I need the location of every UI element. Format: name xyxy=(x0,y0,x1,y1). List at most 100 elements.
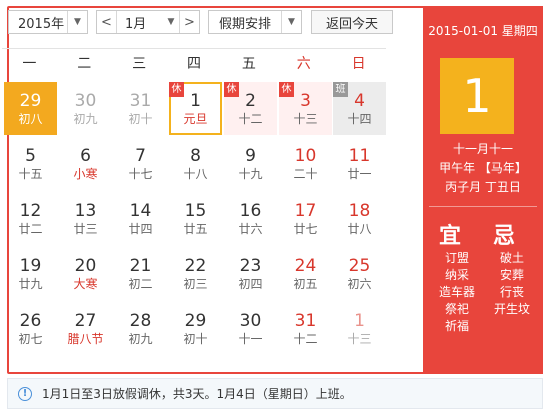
lunar-label: 初四 xyxy=(238,277,263,291)
lunar-label: 初七 xyxy=(18,332,43,346)
day-number: 9 xyxy=(245,146,256,166)
lunar-label: 廿八 xyxy=(347,222,372,236)
day-number: 15 xyxy=(184,201,207,221)
weekday-header: 一 二 三 四 五 六 日 xyxy=(2,48,386,82)
lunar-label: 二十 xyxy=(293,167,318,181)
lunar-label: 初九 xyxy=(73,112,98,126)
day-number: 23 xyxy=(239,256,262,276)
chevron-down-icon: ▼ xyxy=(281,11,301,33)
calendar-day-cell[interactable]: 27 腊八节 xyxy=(59,302,112,355)
ji-title: 忌 xyxy=(493,224,516,249)
yi-item: 纳采 xyxy=(444,268,469,282)
selected-date: 2015-01-01 星期四 xyxy=(428,24,538,38)
calendar-day-cell[interactable]: 21 初二 xyxy=(114,247,167,300)
lunar-label: 腊八节 xyxy=(67,332,104,346)
day-number: 20 xyxy=(74,256,97,276)
lunar-label: 廿七 xyxy=(293,222,318,236)
day-detail-panel: 2015-01-01 星期四 1 十一月十一 甲午年 【马年】 丙子月 丁丑日 … xyxy=(423,6,543,374)
calendar-day-cell[interactable]: 7 十七 xyxy=(114,137,167,190)
day-number: 29 xyxy=(19,91,42,111)
notice-text: 1月1日至3日放假调休，共3天。1月4日（星期日）上班。 xyxy=(42,387,352,401)
day-number: 10 xyxy=(294,146,317,166)
calendar-day-cell[interactable]: 20 大寒 xyxy=(59,247,112,300)
calendar-week-row: 19 廿九 20 大寒 21 初二 22 初三 23 初四 24 初五 25 初六 xyxy=(2,245,386,299)
lunar-label: 廿五 xyxy=(183,222,208,236)
lunar-label: 十三 xyxy=(347,332,372,346)
lunar-label: 初八 xyxy=(18,112,43,126)
calendar-week-row: 5 十五 6 小寒 7 十七 8 十八 9 十九 10 二十 11 廿一 xyxy=(2,135,386,189)
calendar-day-cell[interactable]: 13 廿三 xyxy=(59,192,112,245)
lunar-label: 初三 xyxy=(183,277,208,291)
month-select[interactable]: < 1月 ▼ > xyxy=(96,10,200,34)
calendar-day-cell[interactable]: 8 十八 xyxy=(169,137,222,190)
lunar-label: 廿一 xyxy=(347,167,372,181)
lunar-label: 初二 xyxy=(128,277,153,291)
day-number: 16 xyxy=(239,201,262,221)
day-number: 22 xyxy=(184,256,207,276)
next-month-button[interactable]: > xyxy=(179,11,199,33)
ji-item: 安葬 xyxy=(499,268,524,282)
calendar-day-cell[interactable]: 10 二十 xyxy=(279,137,332,190)
calendar-day-cell[interactable]: 16 廿六 xyxy=(224,192,277,245)
ji-item: 开生坟 xyxy=(493,302,530,316)
weekday-label: 五 xyxy=(241,56,256,72)
calendar-day-cell[interactable]: 28 初九 xyxy=(114,302,167,355)
lunar-label: 初六 xyxy=(347,277,372,291)
weekday-label: 六 xyxy=(296,56,311,72)
calendar-day-cell[interactable]: 26 初七 xyxy=(4,302,57,355)
year-select[interactable]: 2015年 ▼ xyxy=(8,10,88,34)
back-to-today-button[interactable]: 返回今天 xyxy=(311,10,393,34)
calendar-day-cell[interactable]: 14 廿四 xyxy=(114,192,167,245)
calendar-day-cell[interactable]: 12 廿二 xyxy=(4,192,57,245)
day-number: 26 xyxy=(19,311,42,331)
day-number: 12 xyxy=(19,201,42,221)
day-number: 13 xyxy=(74,201,97,221)
day-number: 1 xyxy=(354,311,365,331)
lunar-label: 小寒 xyxy=(73,167,98,181)
day-number: 28 xyxy=(129,311,152,331)
calendar-day-cell[interactable]: 班 4 十四 xyxy=(333,82,386,135)
day-number: 18 xyxy=(348,201,371,221)
calendar-day-cell[interactable]: 11 廿一 xyxy=(333,137,386,190)
day-number: 7 xyxy=(135,146,146,166)
calendar-day-cell[interactable]: 17 廿七 xyxy=(279,192,332,245)
holiday-select[interactable]: 假期安排 ▼ xyxy=(208,10,302,34)
prev-month-button[interactable]: < xyxy=(97,11,117,33)
calendar-day-cell[interactable]: 29 初八 xyxy=(4,82,57,135)
holiday-badge: 休 xyxy=(169,82,184,97)
calendar-day-cell[interactable]: 15 廿五 xyxy=(169,192,222,245)
calendar-day-cell[interactable]: 31 初十 xyxy=(114,82,167,135)
calendar-day-cell[interactable]: 29 初十 xyxy=(169,302,222,355)
lunar-label: 廿九 xyxy=(18,277,43,291)
lunar-label: 十二 xyxy=(238,112,263,126)
calendar-day-cell[interactable]: 31 十二 xyxy=(279,302,332,355)
calendar-day-cell[interactable]: 19 廿九 xyxy=(4,247,57,300)
calendar-week-row: 12 廿二 13 廿三 14 廿四 15 廿五 16 廿六 17 廿七 18 廿八 xyxy=(2,190,386,244)
calendar-day-cell[interactable]: 30 十一 xyxy=(224,302,277,355)
calendar-day-cell[interactable]: 休 1 元旦 xyxy=(169,82,222,135)
calendar-day-cell[interactable]: 9 十九 xyxy=(224,137,277,190)
weekday-label: 一 xyxy=(22,56,37,72)
calendar-day-cell[interactable]: 25 初六 xyxy=(333,247,386,300)
calendar-day-cell[interactable]: 休 3 十三 xyxy=(279,82,332,135)
lunar-year: 甲午年 【马年】 xyxy=(439,161,527,175)
day-number: 6 xyxy=(80,146,91,166)
calendar-day-cell[interactable]: 18 廿八 xyxy=(333,192,386,245)
ji-list: 破土 安葬 行丧 开生坟 xyxy=(485,250,539,318)
calendar-day-cell[interactable]: 1 十三 xyxy=(333,302,386,355)
calendar-day-cell[interactable]: 22 初三 xyxy=(169,247,222,300)
lunar-label: 初九 xyxy=(128,332,153,346)
lunar-label: 元旦 xyxy=(183,112,208,126)
lunar-label: 十四 xyxy=(347,112,372,126)
holiday-value: 假期安排 xyxy=(219,16,272,32)
year-value: 2015年 xyxy=(18,16,65,32)
calendar-day-cell[interactable]: 23 初四 xyxy=(224,247,277,300)
calendar-day-cell[interactable]: 休 2 十二 xyxy=(224,82,277,135)
calendar-day-cell[interactable]: 30 初九 xyxy=(59,82,112,135)
calendar-day-cell[interactable]: 24 初五 xyxy=(279,247,332,300)
workday-badge: 班 xyxy=(333,82,348,97)
calendar-day-cell[interactable]: 6 小寒 xyxy=(59,137,112,190)
calendar-day-cell[interactable]: 5 十五 xyxy=(4,137,57,190)
ji-item: 行丧 xyxy=(499,285,524,299)
weekday-label: 三 xyxy=(132,56,147,72)
